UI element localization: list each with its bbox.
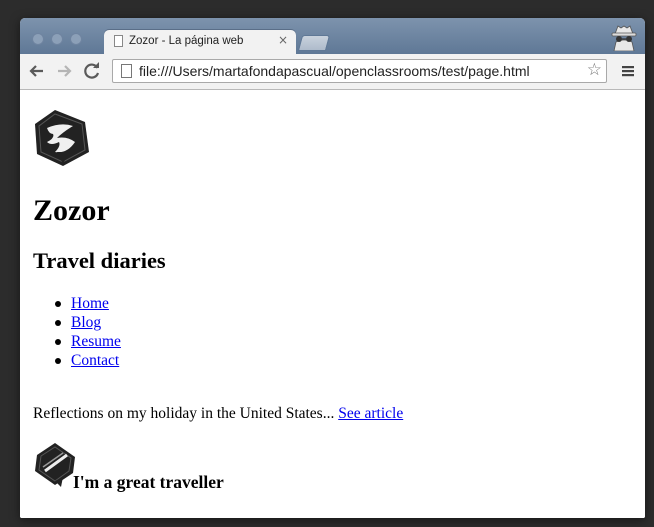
nav-link-contact[interactable]: Contact [71, 352, 119, 369]
intro-text: Reflections on my holiday in the United … [33, 405, 339, 422]
hamburger-menu-icon [622, 66, 634, 77]
new-tab-button[interactable] [297, 35, 331, 51]
zoom-window-button[interactable] [70, 33, 82, 45]
nav-link-resume[interactable]: Resume [71, 333, 121, 350]
arrow-right-icon [58, 65, 72, 77]
page-subtitle: Travel diaries [33, 248, 166, 273]
section-heading: I'm a great traveller [73, 472, 224, 492]
nav-link-blog[interactable]: Blog [71, 314, 101, 331]
minimize-window-button[interactable] [51, 33, 63, 45]
nav-item-contact: Contact [33, 351, 121, 370]
nav-item-resume: Resume [33, 332, 121, 351]
page-icon [121, 64, 132, 78]
forward-button[interactable] [53, 60, 75, 82]
star-icon[interactable]: ☆ [587, 60, 602, 80]
url-text[interactable]: file:///Users/martafondapascual/openclas… [139, 63, 530, 79]
page-content: Zozor Travel diaries Home Blog Resume Co… [20, 90, 645, 518]
browser-toolbar: file:///Users/martafondapascual/openclas… [20, 54, 645, 90]
page-title: Zozor [33, 194, 110, 227]
see-article-link[interactable]: See article [338, 405, 403, 422]
close-tab-icon[interactable]: × [278, 33, 288, 47]
reload-icon [84, 62, 100, 79]
intro-paragraph: Reflections on my holiday in the United … [33, 404, 403, 423]
close-window-button[interactable] [32, 33, 44, 45]
nav-item-home: Home [33, 294, 121, 313]
main-navigation: Home Blog Resume Contact [33, 294, 121, 370]
reload-button[interactable] [81, 60, 103, 82]
nav-item-blog: Blog [33, 313, 121, 332]
menu-button[interactable] [617, 60, 639, 82]
incognito-icon [611, 25, 637, 51]
back-button[interactable] [26, 60, 48, 82]
zozor-logo-icon [35, 110, 89, 166]
browser-window: Zozor - La página web × file:///Users/ma… [20, 18, 645, 518]
page-icon [114, 35, 123, 47]
arrow-left-icon [29, 65, 43, 77]
title-bar: Zozor - La página web × [20, 18, 645, 54]
traveller-icon [35, 443, 75, 487]
tab-zozor[interactable]: Zozor - La página web × [104, 30, 296, 54]
tab-title: Zozor - La página web [129, 35, 244, 47]
nav-link-home[interactable]: Home [71, 295, 109, 312]
address-bar[interactable]: file:///Users/martafondapascual/openclas… [112, 59, 607, 83]
